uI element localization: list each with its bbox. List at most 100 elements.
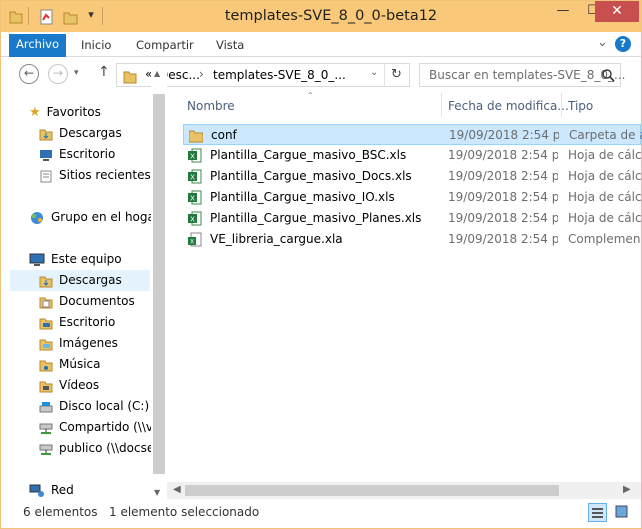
computer-icon	[29, 253, 45, 266]
navigation-pane: ★ Favoritos Descargas Escritorio Sitios r…	[9, 93, 169, 500]
breadcrumb-separator[interactable]: ›	[199, 67, 204, 81]
ribbon-tabs: Archivo Inicio Compartir Vista ⌄ ?	[1, 32, 641, 57]
nav-pc-documentos[interactable]: Documentos	[39, 291, 135, 312]
nav-red[interactable]: Red	[29, 480, 74, 501]
file-date: 19/09/2018 2:54 p....	[448, 148, 558, 162]
nav-pc-descargas[interactable]: Descargas	[10, 270, 150, 291]
expand-ribbon-icon[interactable]: ⌄	[597, 35, 608, 50]
file-name: Plantilla_Cargue_masivo_BSC.xls	[210, 148, 407, 162]
excel-file-icon: X	[188, 169, 202, 184]
file-date: 19/09/2018 2:54 p....	[448, 211, 558, 225]
downloads-folder-icon	[39, 129, 53, 140]
nav-fav-escritorio[interactable]: Escritorio	[39, 144, 115, 165]
tab-vista[interactable]: Vista	[216, 38, 244, 52]
search-placeholder[interactable]: Buscar en templates-SVE_8_0_...	[429, 68, 625, 82]
file-row[interactable]: X Plantilla_Cargue_masivo_Planes.xls 19/09…	[183, 208, 641, 229]
nav-grupo-hogar[interactable]: Grupo en el hogar	[29, 207, 160, 228]
nav-fav-escritorio-label: Escritorio	[59, 147, 116, 161]
pictures-folder-icon	[39, 339, 53, 350]
details-view-button[interactable]	[588, 503, 607, 522]
file-row[interactable]: X Plantilla_Cargue_masivo_IO.xls 19/09/201…	[183, 187, 641, 208]
item-count: 6 elementos	[23, 505, 98, 519]
nav-pc-compartido[interactable]: Compartido (\\vl	[39, 417, 151, 438]
status-bar: 6 elementos 1 elemento seleccionado	[1, 500, 641, 528]
nav-fav-descargas[interactable]: Descargas	[39, 123, 122, 144]
svg-text:X: X	[190, 216, 195, 224]
folder-icon	[123, 71, 137, 84]
column-divider[interactable]	[441, 93, 442, 117]
nav-favoritos[interactable]: ★ Favoritos	[29, 102, 101, 123]
file-name: VE_libreria_cargue.xla	[210, 232, 343, 246]
file-name: conf	[211, 128, 237, 142]
local-disk-icon	[39, 401, 53, 412]
file-row[interactable]: X Plantilla_Cargue_masivo_BSC.xls 19/09/20…	[183, 145, 641, 166]
file-list: ⌃ Nombre Fecha de modifica... Tipo conf 1…	[177, 91, 642, 500]
new-folder-icon[interactable]	[63, 8, 79, 26]
nav-pc-videos-label: Vídeos	[59, 378, 100, 392]
nav-pc-musica[interactable]: Música	[39, 354, 101, 375]
tab-archivo[interactable]: Archivo	[9, 34, 66, 57]
recent-places-icon	[40, 170, 52, 182]
window-title: templates-SVE_8_0_0-beta12	[224, 8, 438, 24]
address-dropdown-icon[interactable]: ⌄	[370, 67, 378, 78]
horizontal-scroll-thumb[interactable]	[185, 485, 559, 496]
nav-pc-escritorio[interactable]: Escritorio	[39, 312, 115, 333]
column-fecha[interactable]: Fecha de modifica...	[448, 99, 569, 113]
scroll-left-icon[interactable]: ◀	[173, 484, 181, 495]
nav-fav-sitios[interactable]: Sitios recientes	[39, 165, 151, 186]
nav-grupo-hogar-label: Grupo en el hogar	[51, 210, 160, 224]
desktop-folder-icon	[39, 318, 53, 329]
scroll-right-icon[interactable]: ▶	[623, 484, 631, 495]
nav-scroll-thumb[interactable]	[153, 94, 165, 474]
customize-quick-access-icon[interactable]: ▾	[85, 5, 97, 27]
file-row[interactable]: X Plantilla_Cargue_masivo_Docs.xls 19/09/2…	[183, 166, 641, 187]
homegroup-icon	[31, 211, 43, 224]
close-button[interactable]: ✕	[595, 1, 639, 22]
desktop-icon	[40, 149, 52, 161]
nav-pc-disco-local[interactable]: Disco local (C:)	[39, 396, 149, 417]
column-tipo[interactable]: Tipo	[568, 99, 593, 113]
network-icon	[29, 484, 44, 497]
nav-este-equipo[interactable]: Este equipo	[29, 249, 122, 270]
breadcrumb-current[interactable]: templates-SVE_8_0_...	[213, 68, 346, 82]
music-folder-icon	[39, 360, 53, 371]
search-icon[interactable]	[602, 69, 615, 82]
properties-icon[interactable]	[39, 8, 55, 26]
nav-red-label: Red	[51, 483, 74, 497]
sort-ascending-icon: ⌃	[307, 91, 314, 100]
nav-favoritos-label: Favoritos	[46, 105, 101, 119]
forward-button[interactable]: →	[48, 64, 68, 84]
excel-file-icon: X	[188, 211, 202, 226]
help-icon[interactable]: ?	[615, 36, 631, 52]
nav-pc-escritorio-label: Escritorio	[59, 315, 116, 329]
file-name: Plantilla_Cargue_masivo_Docs.xls	[210, 169, 412, 183]
back-button[interactable]: ←	[19, 64, 39, 84]
tab-inicio[interactable]: Inicio	[81, 38, 111, 52]
nav-fav-sitios-label: Sitios recientes	[59, 168, 151, 182]
column-divider[interactable]	[561, 93, 562, 117]
minimize-button[interactable]: —	[549, 1, 577, 23]
excel-file-icon: X	[188, 148, 202, 163]
network-drive-icon	[39, 444, 53, 455]
refresh-button[interactable]: ↻	[384, 64, 408, 86]
network-drive-icon	[39, 423, 53, 434]
up-arrow-icon[interactable]: ↑	[98, 64, 110, 80]
file-date: 19/09/2018 2:54 p....	[448, 190, 558, 204]
tab-compartir[interactable]: Compartir	[136, 38, 194, 52]
nav-pc-imagenes[interactable]: Imágenes	[39, 333, 118, 354]
file-date: 19/09/2018 2:54 p....	[448, 169, 558, 183]
nav-pc-imagenes-label: Imágenes	[59, 336, 118, 350]
column-nombre[interactable]: Nombre	[187, 99, 235, 113]
search-box[interactable]: Buscar en templates-SVE_8_0_...	[419, 63, 625, 87]
file-row[interactable]: conf 19/09/2018 2:54 p.... Carpeta de a	[183, 124, 642, 145]
scroll-up-icon[interactable]: ▲	[154, 69, 160, 78]
file-row[interactable]: X VE_libreria_cargue.xla 19/09/2018 2:54 p…	[183, 229, 641, 250]
excel-addin-icon: X	[188, 232, 202, 247]
nav-pc-videos[interactable]: Vídeos	[39, 375, 99, 396]
scroll-down-icon[interactable]: ▼	[154, 488, 160, 497]
nav-pc-publico[interactable]: publico (\\docse	[39, 438, 151, 459]
svg-text:X: X	[190, 195, 195, 203]
recent-locations-icon[interactable]: ▾	[74, 68, 79, 78]
large-icons-view-button[interactable]	[613, 503, 632, 522]
nav-fav-descargas-label: Descargas	[59, 126, 122, 140]
